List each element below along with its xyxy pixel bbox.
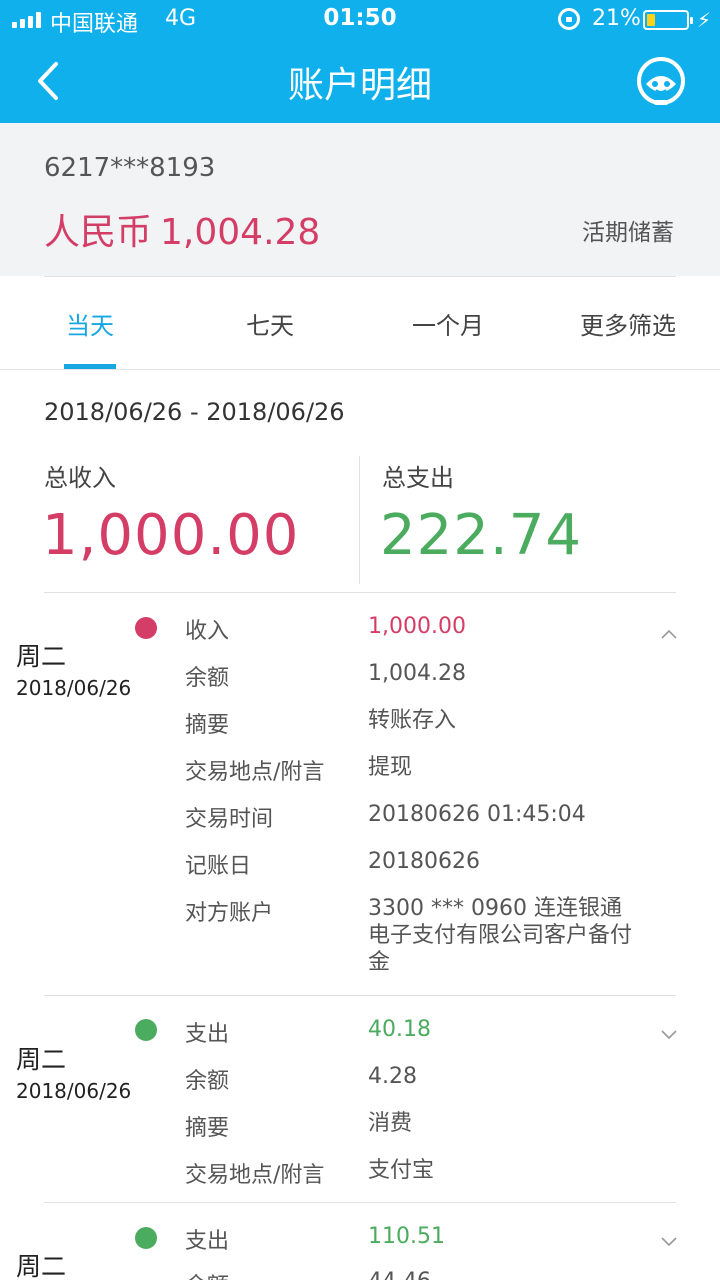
- detail-value: 4.28: [368, 1064, 417, 1089]
- detail-label: 交易地点/附言: [185, 760, 325, 785]
- account-type: 活期储蓄: [582, 220, 674, 246]
- total-expense-value: 222.74: [380, 503, 582, 568]
- battery-icon: [643, 10, 693, 30]
- detail-row: 摘要 消费: [0, 1110, 720, 1157]
- total-income-value: 1,000.00: [42, 503, 300, 568]
- tab-one-month[interactable]: 一个月: [412, 306, 484, 341]
- detail-row: 交易地点/附言 支付宝: [0, 1157, 720, 1204]
- detail-value: 20180626: [368, 849, 480, 874]
- account-balance-row: 人民币 1,004.28: [44, 203, 320, 255]
- detail-value: 1,004.28: [368, 661, 466, 686]
- detail-label: 余额: [185, 666, 230, 691]
- detail-label: 交易地点/附言: [185, 1163, 325, 1188]
- detail-label: 收入: [185, 619, 230, 644]
- detail-label: 支出: [185, 1229, 230, 1254]
- transaction-item[interactable]: 周二 2018/06/26 收入 1,000.00 余额 1,004.28 摘要…: [0, 593, 720, 995]
- detail-value: 提现: [368, 755, 413, 780]
- date-range: 2018/06/26 - 2018/06/26: [44, 398, 345, 426]
- detail-label: 支出: [185, 1022, 230, 1047]
- detail-row: 支出 40.18: [0, 1016, 720, 1063]
- active-tab-indicator: [64, 364, 116, 369]
- detail-value: 支付宝: [368, 1158, 435, 1183]
- tab-today[interactable]: 当天: [66, 306, 114, 341]
- rotation-lock-icon: [558, 8, 580, 30]
- detail-label: 交易时间: [185, 807, 274, 832]
- detail-label: 摘要: [185, 713, 230, 738]
- detail-row: 支出 110.51: [0, 1223, 720, 1270]
- status-bar: 中国联通 4G 01:50 21% ⚡: [0, 0, 720, 40]
- transaction-item[interactable]: 周二 支出 110.51 余额 44.46: [0, 1203, 720, 1280]
- detail-row: 收入 1,000.00: [0, 613, 720, 660]
- page-title: 账户明细: [287, 65, 432, 106]
- transaction-item[interactable]: 周二 2018/06/26 支出 40.18 余额 4.28 摘要 消费 交易地…: [0, 996, 720, 1202]
- detail-row: 余额 44.46: [0, 1268, 720, 1280]
- detail-row: 余额 1,004.28: [0, 660, 720, 707]
- currency-label: 人民币: [44, 212, 153, 253]
- detail-row: 摘要 转账存入: [0, 707, 720, 754]
- detail-value: 1,000.00: [368, 614, 466, 639]
- detail-value: 消费: [368, 1111, 413, 1136]
- detail-row: 余额 4.28: [0, 1063, 720, 1110]
- charging-icon: ⚡: [697, 8, 712, 32]
- detail-row: 交易地点/附言 提现: [0, 754, 720, 801]
- detail-row: 交易时间 20180626 01:45:04: [0, 801, 720, 848]
- battery-percent: 21%: [592, 6, 641, 31]
- tab-more-filters[interactable]: 更多筛选: [580, 306, 676, 341]
- account-number: 6217***8193: [44, 153, 216, 183]
- detail-value: 40.18: [368, 1017, 431, 1042]
- total-income-label: 总收入: [44, 464, 116, 492]
- divider: [359, 456, 360, 584]
- detail-label: 摘要: [185, 1116, 230, 1141]
- detail-label: 对方账户: [185, 901, 274, 926]
- total-expense-label: 总支出: [382, 464, 454, 492]
- detail-value: 44.46: [368, 1268, 638, 1280]
- date-filter-tabs: 当天 七天 一个月 更多筛选: [0, 276, 720, 370]
- detail-row: 对方账户 3300 *** 0960 连连银通电子支付有限公司客户备付金: [0, 895, 720, 985]
- detail-label: 余额: [185, 1069, 230, 1094]
- account-header: 6217***8193 人民币 1,004.28 活期储蓄: [0, 123, 720, 276]
- account-balance: 1,004.28: [160, 212, 321, 253]
- detail-label: 余额: [185, 1268, 229, 1280]
- detail-value: 转账存入: [368, 708, 457, 733]
- detail-row: 记账日 20180626: [0, 848, 720, 895]
- detail-label: 记账日: [185, 854, 252, 879]
- detail-value: 110.51: [368, 1224, 445, 1249]
- divider: [44, 276, 676, 277]
- nav-bar: 账户明细: [0, 40, 720, 123]
- customer-service-icon[interactable]: [634, 54, 688, 108]
- detail-value: 3300 *** 0960 连连银通电子支付有限公司客户备付金: [368, 896, 633, 975]
- tab-seven-days[interactable]: 七天: [246, 306, 294, 341]
- detail-value: 20180626 01:45:04: [368, 802, 586, 827]
